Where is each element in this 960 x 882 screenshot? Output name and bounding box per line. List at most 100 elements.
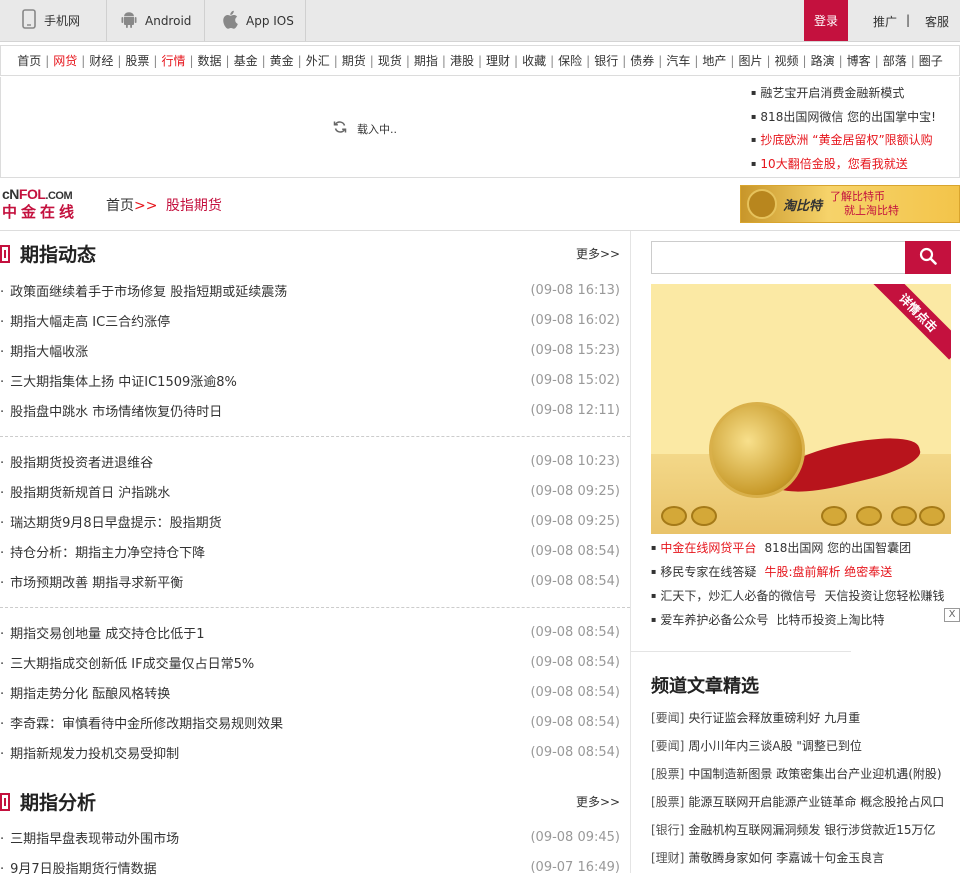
taobite-ad[interactable]: 淘比特 了解比特币 就上淘比特: [740, 185, 960, 223]
nav-item[interactable]: 财经: [89, 52, 113, 69]
nav-item[interactable]: 汽车: [666, 52, 690, 69]
news-headline-link[interactable]: 期指新规发力投机交易受抑制: [0, 743, 179, 762]
sponsored-link[interactable]: 比特币投资上淘比特: [776, 613, 884, 627]
news-headline-link[interactable]: 期指走势分化 酝酿风格转换: [0, 683, 170, 702]
login-button[interactable]: 登录: [804, 0, 848, 41]
nav-item[interactable]: 理财: [486, 52, 510, 69]
nav-item[interactable]: 现货: [378, 52, 402, 69]
ios-app-link[interactable]: App IOS: [205, 0, 306, 41]
sponsored-link[interactable]: 牛股:盘前解析 绝密奉送: [764, 565, 892, 579]
nav-item[interactable]: 期货: [342, 52, 366, 69]
sponsored-link[interactable]: 中金在线网贷平台: [660, 541, 756, 555]
coin-pile: [891, 506, 917, 526]
group-divider: [0, 436, 630, 437]
android-app-link[interactable]: Android: [107, 0, 205, 41]
news-headline-link[interactable]: 瑞达期货9月8日早盘提示：股指期货: [0, 512, 222, 531]
ad-message: 了解比特币 就上淘比特: [830, 190, 899, 218]
featured-text: 央行证监会释放重磅利好 九月重: [688, 711, 861, 725]
more-link[interactable]: 更多>>: [576, 793, 620, 810]
nav-item[interactable]: 行情: [161, 52, 185, 69]
news-row: 瑞达期货9月8日早盘提示：股指期货 (09-08 09:25): [0, 506, 620, 536]
customer-service-link[interactable]: 客服: [925, 13, 949, 30]
nav-item[interactable]: 黄金: [270, 52, 294, 69]
news-headline-link[interactable]: 持仓分析：期指主力净空持仓下降: [0, 542, 205, 561]
breadcrumb-home[interactable]: 首页: [106, 198, 134, 214]
news-headline-link[interactable]: 期指大幅收涨: [0, 341, 88, 360]
news-headline-link[interactable]: 股指盘中跳水 市场情绪恢复仍待时日: [0, 401, 222, 420]
nav-item[interactable]: 收藏: [522, 52, 546, 69]
nav-item[interactable]: 视频: [775, 52, 799, 69]
featured-tag: [银行]: [651, 823, 685, 837]
news-headline-link[interactable]: 股指期货投资者进退维谷: [0, 452, 153, 471]
nav-item[interactable]: 港股: [450, 52, 474, 69]
news-headline-link[interactable]: 三大期指成交创新低 IF成交量仅占日常5%: [0, 653, 254, 672]
sponsored-link[interactable]: 移民专家在线答疑: [660, 565, 756, 579]
nav-item[interactable]: 股票: [125, 52, 149, 69]
sponsored-row: 移民专家在线答疑牛股:盘前解析 绝密奉送: [651, 563, 951, 587]
featured-tag: [要闻]: [651, 711, 685, 725]
gold-coin-ad[interactable]: 详情点击: [651, 284, 951, 534]
nav-item[interactable]: 保险: [558, 52, 582, 69]
news-headline-link[interactable]: 期指大幅走高 IC三合约涨停: [0, 311, 170, 330]
news-headline-link[interactable]: 李奇霖：审慎看待中金所修改期指交易规则效果: [0, 713, 283, 732]
featured-item[interactable]: [股票] 能源互联网开启能源产业链革命 概念股抢占风口: [651, 792, 951, 820]
right-divider: [631, 651, 851, 652]
sponsored-link[interactable]: 818出国网 您的出国智囊团: [764, 541, 911, 555]
nav-separator: |: [225, 53, 230, 68]
nav-item[interactable]: 网贷: [53, 52, 77, 69]
sponsored-link[interactable]: 天信投资让您轻松赚钱: [824, 589, 944, 603]
news-row: 三期指早盘表现带动外围市场 (09-08 09:45): [0, 822, 620, 852]
promo-link[interactable]: 推广: [873, 13, 897, 30]
featured-item[interactable]: [要闻] 周小川年内三谈A股 "调整已到位: [651, 736, 951, 764]
featured-tag: [股票]: [651, 767, 685, 781]
featured-item[interactable]: [理财] 萧敬腾身家如何 李嘉诚十句金玉良言: [651, 848, 951, 876]
news-headline-link[interactable]: 期指交易创地量 成交持仓比低于1: [0, 623, 204, 642]
nav-item[interactable]: 银行: [594, 52, 618, 69]
mobile-site-link[interactable]: 手机网: [0, 0, 107, 41]
news-date: (09-08 08:54): [530, 714, 620, 730]
nav-item[interactable]: 圈子: [919, 52, 943, 69]
news-date: (09-08 10:23): [530, 453, 620, 469]
news-headline-link[interactable]: 股指期货新规首日 沪指跳水: [0, 482, 170, 501]
nav-separator: |: [477, 53, 483, 68]
banner-link[interactable]: 抄底欧洲 “黄金居留权”限额认购: [751, 132, 936, 156]
nav-item[interactable]: 首页: [17, 52, 41, 69]
logo-text-b: FOL: [18, 186, 46, 202]
breadcrumb-current[interactable]: 股指期货: [166, 198, 222, 214]
search-input[interactable]: [652, 242, 902, 273]
nav-item[interactable]: 博客: [847, 52, 871, 69]
more-link[interactable]: 更多>>: [576, 245, 620, 262]
close-ad-button[interactable]: X: [944, 608, 960, 622]
cnfol-logo[interactable]: cNFOL.COM 中金在线: [2, 186, 90, 221]
topbar-separator: |: [906, 13, 911, 27]
search-button[interactable]: [905, 241, 951, 274]
news-date: (09-08 16:13): [530, 282, 620, 298]
nav-item[interactable]: 图片: [738, 52, 762, 69]
news-headline-link[interactable]: 三大期指集体上扬 中证IC1509涨逾8%: [0, 371, 237, 390]
nav-item[interactable]: 外汇: [306, 52, 330, 69]
sponsored-link[interactable]: 爱车养护必备公众号: [660, 613, 768, 627]
news-headline-link[interactable]: 9月7日股指期货行情数据: [0, 858, 157, 877]
featured-item[interactable]: [要闻] 央行证监会释放重磅利好 九月重: [651, 708, 951, 736]
nav-item[interactable]: 部落: [883, 52, 907, 69]
news-date: (09-08 08:54): [530, 744, 620, 760]
nav-separator: |: [766, 53, 771, 68]
banner-link[interactable]: 818出国网微信 您的出国掌中宝!: [751, 109, 936, 133]
nav-item[interactable]: 基金: [234, 52, 258, 69]
news-headline-link[interactable]: 市场预期改善 期指寻求新平衡: [0, 572, 183, 591]
nav-item[interactable]: 期指: [414, 52, 438, 69]
nav-item[interactable]: 路演: [811, 52, 835, 69]
banner-link[interactable]: 融艺宝开启消费金融新模式: [751, 85, 936, 109]
featured-item[interactable]: [股票] 中国制造新图景 政策密集出台产业迎机遇(附股): [651, 764, 951, 792]
sponsored-link[interactable]: 汇天下，炒汇人必备的微信号: [660, 589, 816, 603]
nav-item[interactable]: 债券: [630, 52, 654, 69]
news-headline-link[interactable]: 政策面继续着手于市场修复 股指短期或延续震荡: [0, 281, 287, 300]
nav-item[interactable]: 地产: [702, 52, 726, 69]
featured-item[interactable]: [银行] 金融机构互联网漏洞频发 银行涉贷款近15万亿: [651, 820, 951, 848]
details-ribbon[interactable]: 详情点击: [871, 284, 951, 360]
banner-link[interactable]: 10大翻倍金股，您看我就送: [751, 156, 936, 180]
news-row: 股指盘中跳水 市场情绪恢复仍待时日 (09-08 12:11): [0, 395, 620, 425]
nav-separator: |: [514, 53, 519, 68]
news-headline-link[interactable]: 三期指早盘表现带动外围市场: [0, 828, 179, 847]
nav-item[interactable]: 数据: [198, 52, 222, 69]
